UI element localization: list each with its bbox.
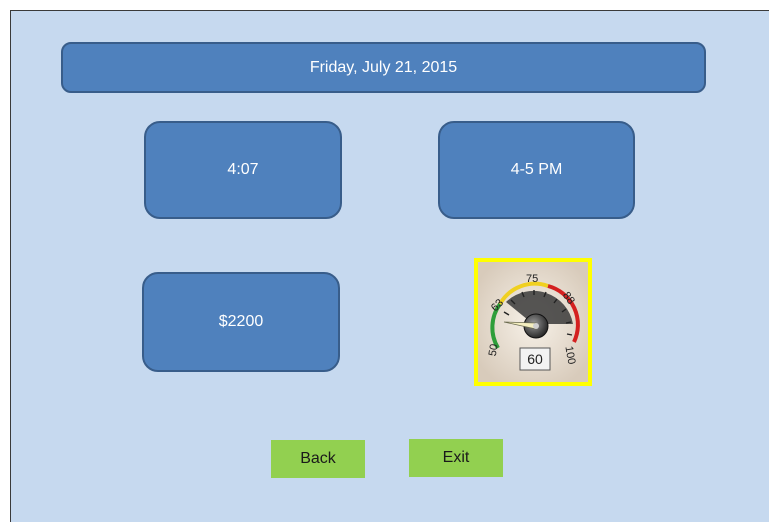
exit-button[interactable]: Exit: [409, 439, 503, 477]
back-button[interactable]: Back: [271, 440, 365, 478]
time-display: 4:07: [144, 121, 342, 219]
gauge-dial: 50 63 75 88 100 60: [478, 262, 588, 382]
price-display: $2200: [142, 272, 340, 372]
time-window-display: 4-5 PM: [438, 121, 635, 219]
speed-gauge: 50 63 75 88 100 60: [474, 258, 592, 386]
tick-label-50: 50: [487, 343, 501, 357]
tick-label-75: 75: [526, 273, 538, 285]
date-display: Friday, July 21, 2015: [61, 42, 706, 93]
gauge-value: 60: [527, 351, 543, 367]
app-window: Friday, July 21, 2015 4:07 4-5 PM $2200: [10, 10, 769, 522]
